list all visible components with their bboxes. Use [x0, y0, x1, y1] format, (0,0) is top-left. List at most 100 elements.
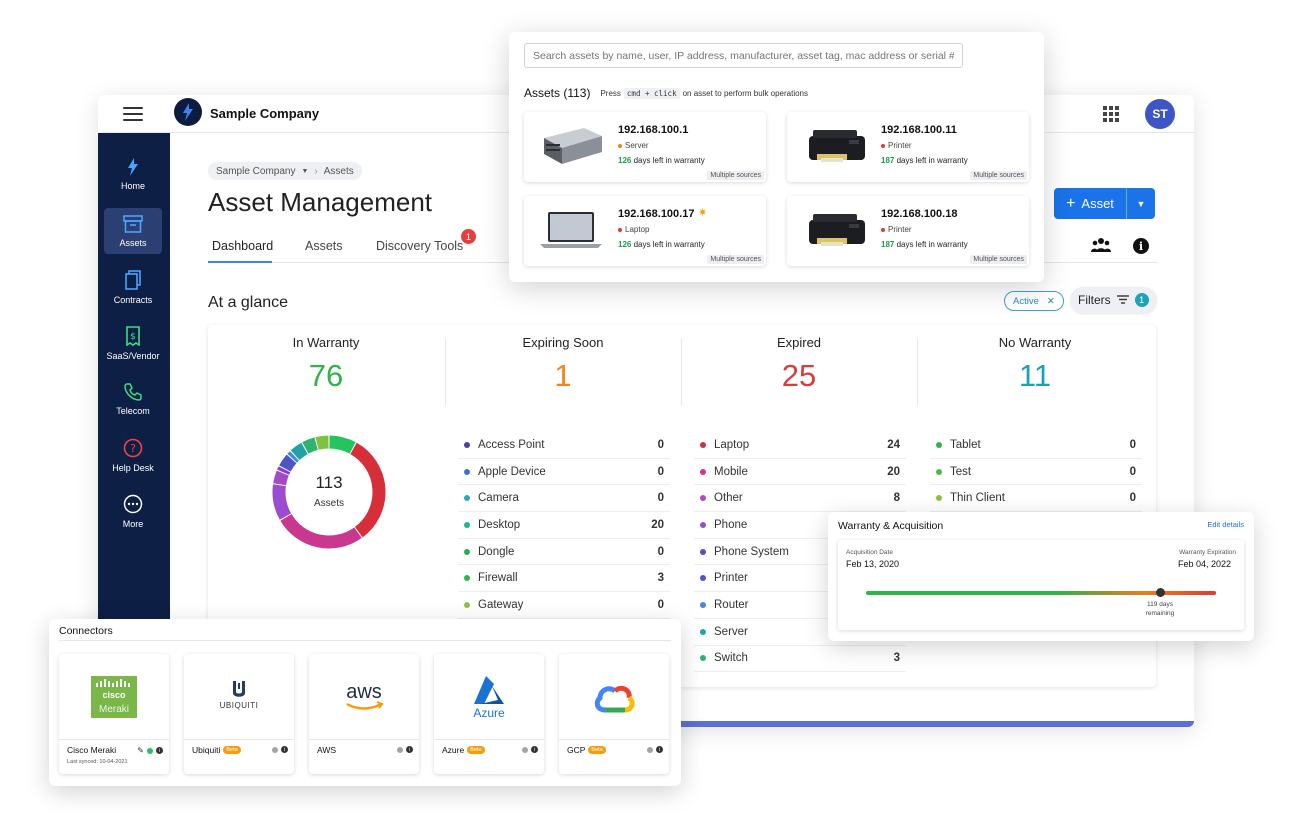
- donut-segment[interactable]: [315, 435, 329, 450]
- connector-card-cisco-meraki[interactable]: cisco Meraki Cisco Meraki Last synced: 1…: [59, 654, 169, 774]
- category-dot: [464, 468, 470, 475]
- breadcrumb-company[interactable]: Sample Company: [216, 166, 295, 177]
- sidebar-item-saas-vendor[interactable]: $ SaaS/Vendor: [104, 320, 162, 366]
- connector-status: i: [647, 746, 663, 753]
- close-icon[interactable]: ✕: [1047, 296, 1055, 307]
- sidebar-item-contracts[interactable]: Contracts: [104, 264, 162, 310]
- company-logo-icon[interactable]: [174, 98, 202, 126]
- asset-result-card[interactable]: 192.168.100.17 ✷ Laptop 126 days left in…: [524, 196, 766, 266]
- search-input[interactable]: [524, 43, 963, 68]
- filter-chip-active[interactable]: Active ✕: [1004, 291, 1064, 311]
- hamburger-menu-icon[interactable]: [123, 107, 143, 121]
- tab-dashboard[interactable]: Dashboard: [212, 239, 273, 253]
- stat-label: Expired: [776, 335, 822, 350]
- donut-segment[interactable]: [287, 451, 299, 463]
- info-icon[interactable]: i: [156, 747, 163, 754]
- donut-segment[interactable]: [290, 442, 308, 461]
- category-row[interactable]: Laptop 24: [694, 432, 906, 459]
- category-row[interactable]: Other 8: [694, 485, 906, 513]
- category-count: 20: [651, 518, 664, 531]
- category-row[interactable]: Gateway 0: [458, 592, 670, 619]
- category-row[interactable]: Thin Client 0: [930, 485, 1142, 513]
- connector-status: i: [272, 746, 288, 753]
- add-asset-button[interactable]: + Asset ▼: [1054, 188, 1155, 219]
- category-row[interactable]: Firewall 3: [458, 565, 670, 593]
- donut-segment[interactable]: [273, 470, 289, 486]
- category-count: 24: [887, 438, 900, 451]
- stat-label: Expiring Soon: [522, 335, 604, 350]
- sidebar-item-assets[interactable]: Assets: [104, 208, 162, 254]
- chevron-down-icon[interactable]: ▼: [301, 168, 308, 175]
- category-dot: [464, 601, 470, 608]
- info-icon[interactable]: i: [406, 746, 413, 753]
- donut-segment[interactable]: [302, 437, 318, 454]
- category-row[interactable]: Mobile 20: [694, 459, 906, 486]
- filter-chip-label: Active: [1013, 295, 1039, 307]
- category-row[interactable]: Desktop 20: [458, 512, 670, 539]
- connector-name: Cisco Meraki: [67, 745, 116, 755]
- avatar[interactable]: ST: [1145, 99, 1175, 129]
- category-row[interactable]: Camera 0: [458, 485, 670, 513]
- asset-result-card[interactable]: 192.168.100.1 Server 126 days left in wa…: [524, 112, 766, 182]
- stat-expired[interactable]: Expired 25: [681, 335, 917, 394]
- category-row[interactable]: Access Point 0: [458, 432, 670, 459]
- info-icon[interactable]: i: [1133, 238, 1149, 254]
- tab-assets[interactable]: Assets: [305, 239, 343, 253]
- printer-icon: [809, 214, 865, 246]
- donut-segment[interactable]: [277, 466, 291, 475]
- filters-label: Filters: [1078, 293, 1111, 307]
- category-row[interactable]: Switch 3: [694, 646, 906, 673]
- sidebar-item-telecom[interactable]: Telecom: [104, 376, 162, 422]
- donut-segment[interactable]: [279, 454, 297, 472]
- category-row[interactable]: Apple Device 0: [458, 459, 670, 486]
- sidebar-item-home[interactable]: Home: [104, 151, 162, 197]
- connector-card-gcp[interactable]: GCP Beta i: [559, 654, 669, 774]
- category-name: Camera: [478, 492, 519, 505]
- chevron-down-icon[interactable]: ▼: [302, 108, 311, 118]
- info-icon[interactable]: i: [531, 746, 538, 753]
- connector-card-ubiquiti[interactable]: UBIQUITI Ubiquiti Beta i: [184, 654, 294, 774]
- filters-button[interactable]: Filters 1: [1070, 287, 1157, 313]
- sidebar-item-more[interactable]: More: [104, 488, 162, 534]
- divider: [59, 640, 671, 641]
- connector-card-aws[interactable]: aws AWS i: [309, 654, 419, 774]
- donut-segment[interactable]: [329, 435, 356, 454]
- category-name: Dongle: [478, 545, 515, 558]
- add-asset-main[interactable]: + Asset: [1054, 188, 1127, 219]
- category-count: 0: [657, 545, 664, 558]
- connector-last-synced: Last synced: 10-04-2021: [67, 759, 128, 765]
- donut-segment[interactable]: [280, 513, 362, 549]
- stat-expiring-soon[interactable]: Expiring Soon 1: [445, 335, 681, 394]
- category-dot: [700, 575, 706, 582]
- category-row[interactable]: Tablet 0: [930, 432, 1142, 459]
- tab-discovery-tools[interactable]: Discovery Tools: [376, 239, 463, 253]
- app-grid-icon[interactable]: [1103, 106, 1119, 122]
- warranty-text: days left in warranty: [633, 240, 705, 249]
- asset-result-card[interactable]: 192.168.100.11 Printer 187 days left in …: [787, 112, 1029, 182]
- stat-in-warranty[interactable]: In Warranty 76: [208, 335, 444, 394]
- category-name: Laptop: [714, 438, 750, 451]
- stat-value: 1: [554, 358, 572, 393]
- category-name: Thin Client: [950, 492, 1005, 505]
- connector-card-azure[interactable]: Azure Azure Beta i: [434, 654, 544, 774]
- sidebar-item-help-desk[interactable]: ? Help Desk: [104, 432, 162, 478]
- connector-name: Ubiquiti Beta: [192, 745, 241, 755]
- people-group-icon[interactable]: [1091, 237, 1111, 258]
- category-row[interactable]: Dongle 0: [458, 539, 670, 566]
- pencil-icon[interactable]: ✎: [137, 746, 144, 755]
- asset-search-popup: Assets (113) Press cmd + click on asset …: [509, 32, 1044, 282]
- edit-details-link[interactable]: Edit details: [1207, 520, 1244, 529]
- sidebar-item-label: Assets: [119, 237, 147, 248]
- info-icon[interactable]: i: [281, 746, 288, 753]
- stat-no-warranty[interactable]: No Warranty 11: [917, 335, 1153, 394]
- asset-result-card[interactable]: 192.168.100.18 Printer 187 days left in …: [787, 196, 1029, 266]
- breadcrumb-current[interactable]: Assets: [324, 166, 354, 177]
- chevron-down-icon[interactable]: ▼: [1127, 199, 1155, 209]
- info-icon[interactable]: i: [656, 746, 663, 753]
- category-row[interactable]: Test 0: [930, 459, 1142, 486]
- filter-lines-icon: [1116, 293, 1129, 307]
- category-name: Phone: [714, 518, 748, 531]
- category-count: 0: [1129, 438, 1136, 451]
- keyboard-shortcut: cmd + click: [623, 87, 680, 99]
- donut-segment[interactable]: [272, 484, 292, 520]
